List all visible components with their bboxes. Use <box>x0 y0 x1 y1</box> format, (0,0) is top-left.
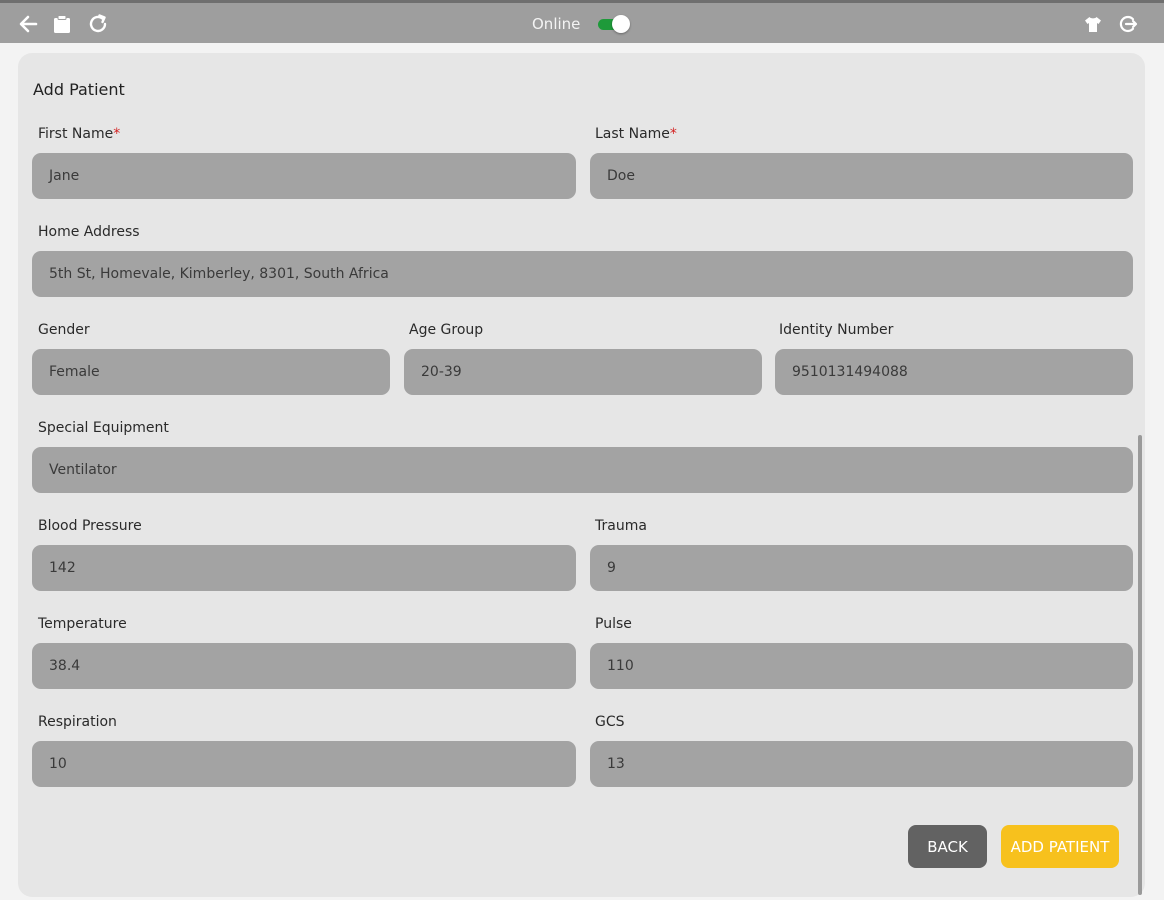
first-name-label-text: First Name <box>38 126 114 142</box>
online-status: Online <box>532 13 631 35</box>
top-toolbar: Online <box>0 0 1164 43</box>
page-title: Add Patient <box>33 80 125 99</box>
required-marker: * <box>113 126 121 142</box>
add-patient-button[interactable]: ADD PATIENT <box>1001 825 1119 868</box>
clipboard-icon[interactable] <box>51 13 73 35</box>
last-name-label-text: Last Name <box>595 126 670 142</box>
pulse-label: Pulse <box>595 616 632 632</box>
special-equipment-label: Special Equipment <box>38 420 169 436</box>
trauma-label: Trauma <box>595 518 647 534</box>
refresh-icon[interactable] <box>87 13 109 35</box>
gcs-field[interactable]: 13 <box>590 741 1133 787</box>
back-button[interactable]: BACK <box>908 825 987 868</box>
vertical-scrollbar[interactable] <box>1138 435 1142 895</box>
gender-field[interactable]: Female <box>32 349 390 395</box>
online-toggle[interactable] <box>598 15 631 33</box>
blood-pressure-label: Blood Pressure <box>38 518 142 534</box>
pulse-field[interactable]: 110 <box>590 643 1133 689</box>
gender-label: Gender <box>38 322 90 338</box>
temperature-label: Temperature <box>38 616 127 632</box>
home-address-label: Home Address <box>38 224 140 240</box>
age-group-label: Age Group <box>409 322 484 338</box>
home-address-field[interactable]: 5th St, Homevale, Kimberley, 8301, South… <box>32 251 1133 297</box>
identity-number-label: Identity Number <box>779 322 894 338</box>
last-name-label: Last Name* <box>595 126 677 142</box>
first-name-field[interactable]: Jane <box>32 153 576 199</box>
respiration-label: Respiration <box>38 714 117 730</box>
first-name-label: First Name* <box>38 126 120 142</box>
special-equipment-field[interactable]: Ventilator <box>32 447 1133 493</box>
online-label: Online <box>532 15 581 33</box>
identity-number-field[interactable]: 9510131494088 <box>775 349 1133 395</box>
shirt-icon[interactable] <box>1082 13 1104 35</box>
online-toggle-knob <box>612 15 631 33</box>
trauma-field[interactable]: 9 <box>590 545 1133 591</box>
age-group-field[interactable]: 20-39 <box>404 349 762 395</box>
back-arrow-icon[interactable] <box>17 13 39 35</box>
temperature-field[interactable]: 38.4 <box>32 643 576 689</box>
last-name-field[interactable]: Doe <box>590 153 1133 199</box>
required-marker: * <box>669 126 677 142</box>
logout-icon[interactable] <box>1117 13 1139 35</box>
blood-pressure-field[interactable]: 142 <box>32 545 576 591</box>
respiration-field[interactable]: 10 <box>32 741 576 787</box>
gcs-label: GCS <box>595 714 625 730</box>
